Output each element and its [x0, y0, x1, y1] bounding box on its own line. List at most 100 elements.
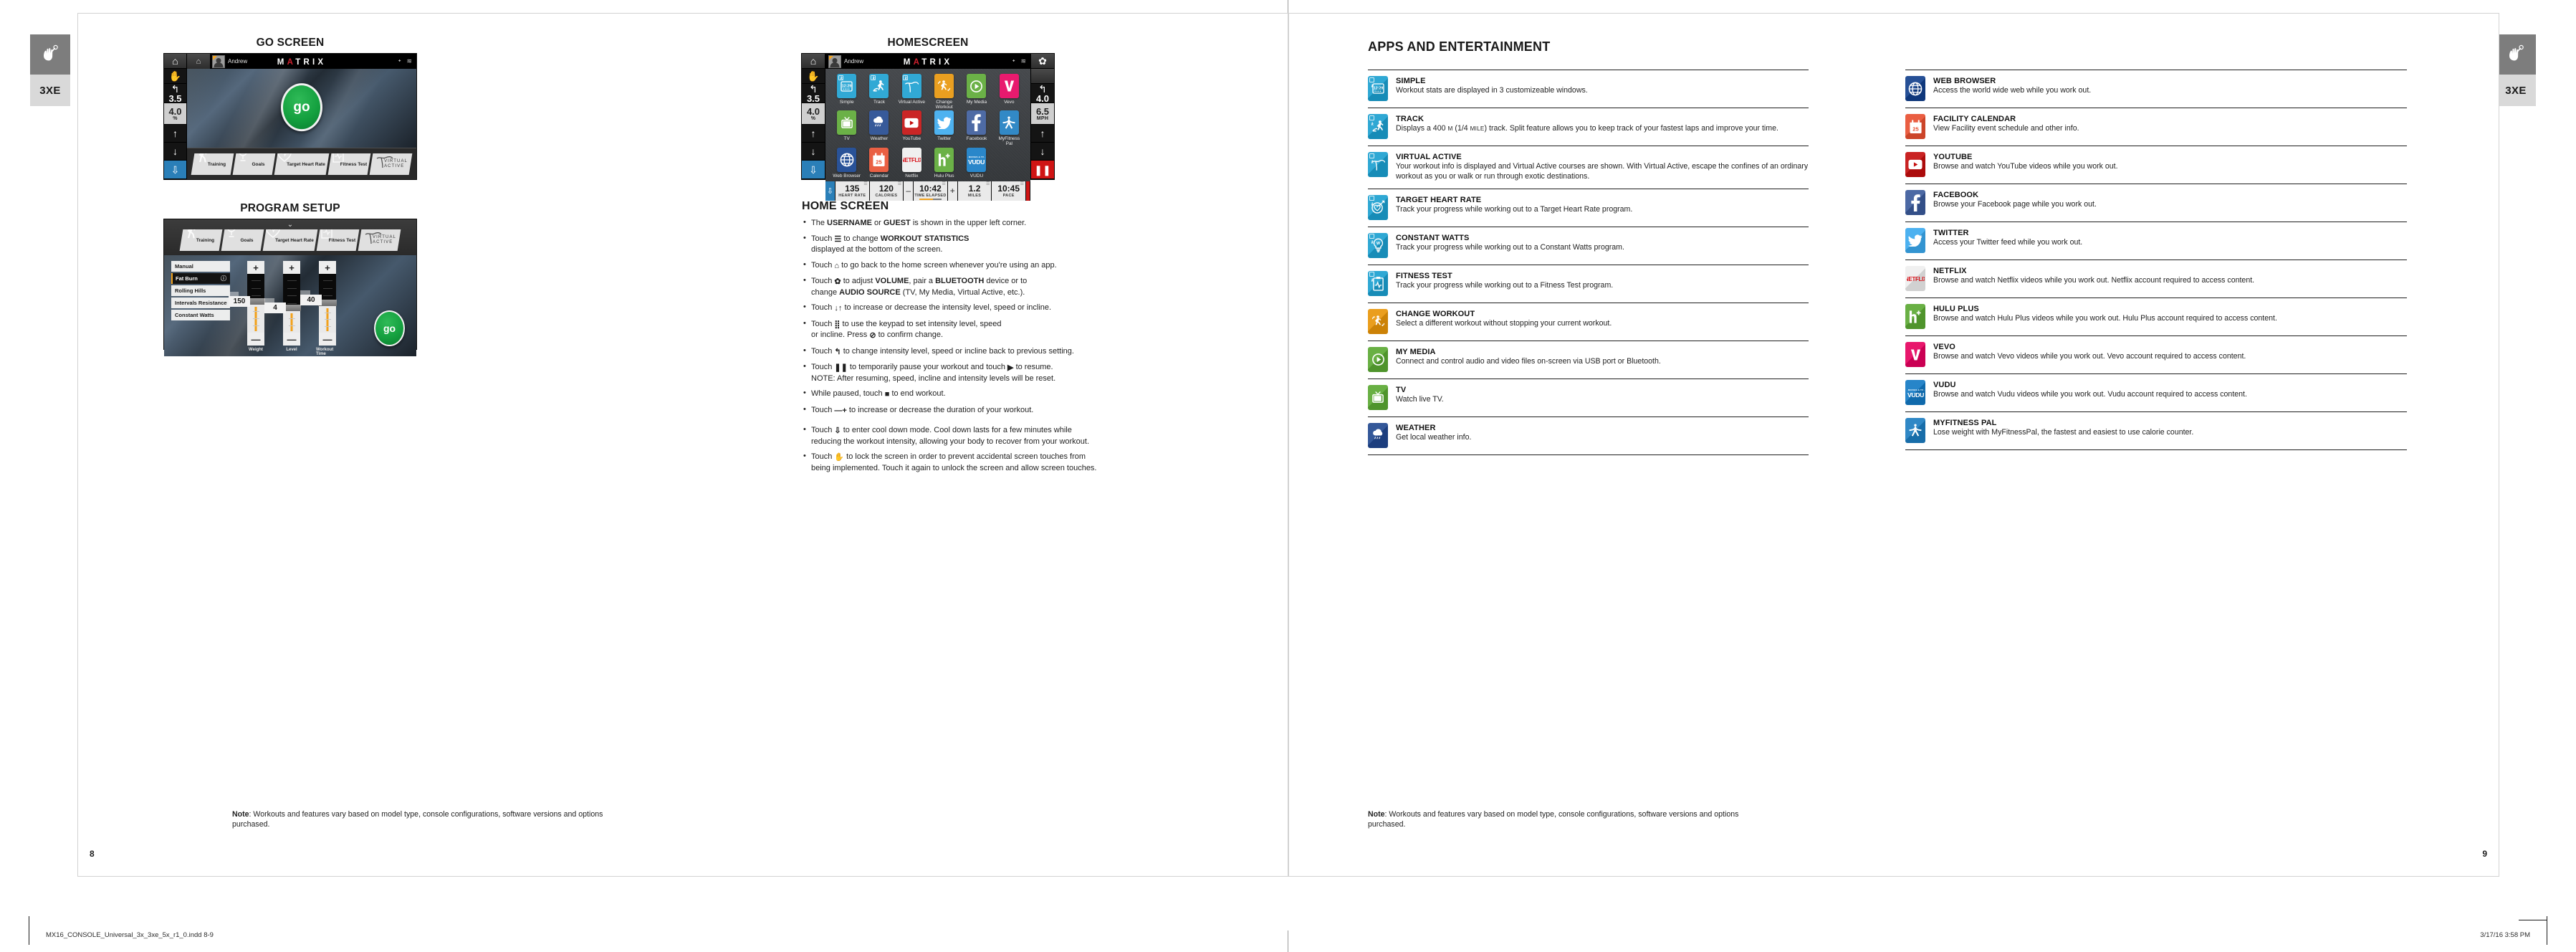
vevo-icon: [999, 74, 1019, 98]
quick-button-training[interactable]: Training: [191, 153, 234, 175]
quick-button-goals[interactable]: Goals: [232, 153, 276, 175]
stat-heart-rate[interactable]: ☰ 135 HEART RATE: [835, 181, 869, 201]
calendar-icon: 25: [1905, 114, 1925, 139]
avatar[interactable]: [828, 54, 841, 68]
hamburger-icon[interactable]: ☰: [898, 182, 901, 186]
quick-button-fitness-test[interactable]: Fitness Test: [327, 153, 371, 175]
page-number-right: 9: [2482, 849, 2487, 859]
app-tile-change-workout[interactable]: Change Workout: [930, 74, 958, 110]
app-row-title: MY MEDIA: [1396, 347, 1436, 356]
cooldown-icon[interactable]: ⇩: [164, 161, 186, 179]
program-item-constant-watts[interactable]: Constant Watts: [171, 310, 230, 320]
stat-label: CALORIES: [875, 193, 898, 198]
app-tile-vevo[interactable]: Vevo: [995, 74, 1023, 110]
go-screen-left-rail: ⌂ ✋ ↰ 3.5 4.0% ↑ ↓ ⇩: [164, 54, 187, 179]
svg-text:12:29: 12:29: [842, 84, 851, 88]
change-workout-icon: [1368, 308, 1388, 334]
slider-value: 150: [229, 295, 250, 307]
undo-icon[interactable]: ↰ 4.0: [1031, 84, 1054, 103]
increase-duration-button[interactable]: +: [947, 181, 957, 201]
track-runner-icon: [869, 74, 889, 98]
app-tile-weather[interactable]: Weather: [865, 110, 893, 146]
app-tile-track[interactable]: Track: [865, 74, 893, 110]
hamburger-icon[interactable]: ☰: [942, 182, 945, 186]
hamburger-icon[interactable]: ☰: [1020, 182, 1024, 186]
home-icon[interactable]: ⌂: [187, 54, 210, 69]
go-button[interactable]: go: [374, 310, 405, 346]
avatar[interactable]: [212, 54, 225, 68]
hamburger-icon: ☰: [834, 234, 842, 244]
cooldown-icon[interactable]: ⇩: [802, 161, 825, 179]
arrow-up-icon[interactable]: ↑: [164, 125, 186, 143]
stat-calories[interactable]: ☰ 120 CALORIES: [869, 181, 904, 201]
arrow-down-icon[interactable]: ↓: [1031, 143, 1054, 161]
keypad-icon[interactable]: 4.0%: [802, 103, 825, 125]
quick-button-label: Goals: [240, 237, 254, 243]
app-tile-web-browser[interactable]: Web Browser: [833, 147, 861, 178]
pause-icon[interactable]: [1025, 181, 1030, 201]
quick-button-virtual-active[interactable]: VIRTUAL ACTIVE: [369, 153, 413, 175]
decrease-button[interactable]: —: [319, 333, 336, 346]
app-tile-calendar[interactable]: 25 Calendar: [865, 147, 893, 178]
undo-icon[interactable]: ↰ 3.5: [164, 84, 186, 103]
stat-miles[interactable]: ☰ 1.2 MILES: [957, 181, 992, 201]
weather-cloud-rain-icon: [1368, 422, 1388, 448]
quick-button-training[interactable]: Training: [179, 229, 223, 251]
decrease-duration-button[interactable]: –: [904, 181, 914, 201]
app-tile-virtual-active[interactable]: Virtual Active: [898, 74, 926, 110]
app-row-desc: View Facility event schedule and other i…: [1933, 124, 2079, 133]
increase-button[interactable]: +: [319, 261, 336, 274]
arrow-up-icon[interactable]: ↑: [1031, 125, 1054, 143]
quick-button-target-heart-rate[interactable]: Target Heart Rate: [262, 229, 318, 251]
quick-button-target-heart-rate[interactable]: Target Heart Rate: [274, 153, 330, 175]
app-tile-label: Track: [873, 100, 885, 105]
list-item: Touch —+ to increase or decrease the dur…: [802, 404, 1296, 416]
quick-button-virtual-active[interactable]: VIRTUAL ACTIVE: [358, 229, 401, 251]
chevron-down-icon[interactable]: ⌄: [164, 222, 416, 229]
touch-lock-icon[interactable]: ✋: [164, 69, 186, 84]
info-icon[interactable]: ⓘ: [221, 275, 226, 282]
app-tile-netflix[interactable]: NETFLIX Netflix: [898, 147, 926, 178]
list-item: Touch ✿ to adjust VOLUME, pair a BLUETOO…: [802, 275, 1296, 298]
undo-icon[interactable]: ↰ 3.5: [802, 84, 825, 103]
increase-button[interactable]: +: [283, 261, 300, 274]
arrow-down-icon[interactable]: ↓: [164, 143, 186, 161]
hamburger-icon[interactable]: ☰: [863, 182, 867, 186]
app-tile-myfitness-pal[interactable]: MyFitness Pal: [995, 110, 1023, 146]
go-button[interactable]: go: [281, 83, 322, 132]
decrease-button[interactable]: —: [247, 333, 264, 346]
list-item: Touch ↓↑ to increase or decrease the int…: [802, 302, 1296, 314]
program-item-manual[interactable]: Manual: [171, 261, 230, 272]
home-icon[interactable]: ⌂: [802, 54, 825, 69]
arrow-down-icon[interactable]: ↓: [802, 143, 825, 161]
decrease-button[interactable]: —: [283, 333, 300, 346]
gear-icon[interactable]: ✿: [1031, 54, 1054, 69]
app-tile-twitter[interactable]: Twitter: [930, 110, 958, 146]
pause-icon[interactable]: ❚❚: [1031, 161, 1054, 179]
app-tile-tv[interactable]: TV: [833, 110, 861, 146]
app-tile-hulu-plus[interactable]: Hulu Plus: [930, 147, 958, 178]
hamburger-icon[interactable]: ☰: [986, 182, 990, 186]
keypad-icon[interactable]: 6.5 MPH: [1031, 103, 1054, 125]
app-row-simple: 12:29 SIMPLE Workout stats are displayed i…: [1368, 70, 1809, 108]
arrow-up-icon[interactable]: ↑: [802, 125, 825, 143]
app-tile-my-media[interactable]: My Media: [962, 74, 990, 110]
app-tile-simple[interactable]: 12:29 Simple: [833, 74, 861, 110]
increase-button[interactable]: +: [247, 261, 264, 274]
program-item-intervals-resistance[interactable]: Intervals Resistance: [171, 298, 230, 308]
program-item-rolling-hills[interactable]: Rolling Hills: [171, 285, 230, 296]
program-item-fat-burn[interactable]: Fat Burn ⓘ: [171, 273, 230, 284]
quick-button-goals[interactable]: Goals: [221, 229, 264, 251]
app-tile-facebook[interactable]: Facebook: [962, 110, 990, 146]
touch-lock-icon[interactable]: ✋: [802, 69, 825, 84]
vevo-icon: [1905, 342, 1925, 367]
list-item: Touch ⌂ to go back to the home screen wh…: [802, 260, 1296, 272]
app-tile-youtube[interactable]: YouTube: [898, 110, 926, 146]
cooldown-icon[interactable]: ⇩: [825, 181, 835, 201]
quick-button-fitness-test[interactable]: Fitness Test: [316, 229, 360, 251]
stat-pace[interactable]: ☰ 10:45 PACE: [992, 181, 1025, 201]
app-tile-vudu[interactable]: - MOVIES & TV - VUDU VUDU: [962, 147, 990, 178]
keypad-icon[interactable]: 4.0%: [164, 103, 186, 125]
home-icon[interactable]: ⌂: [164, 54, 186, 69]
stat-time-elapsed[interactable]: ☰ 10:42 TIME ELAPSED: [914, 181, 947, 201]
